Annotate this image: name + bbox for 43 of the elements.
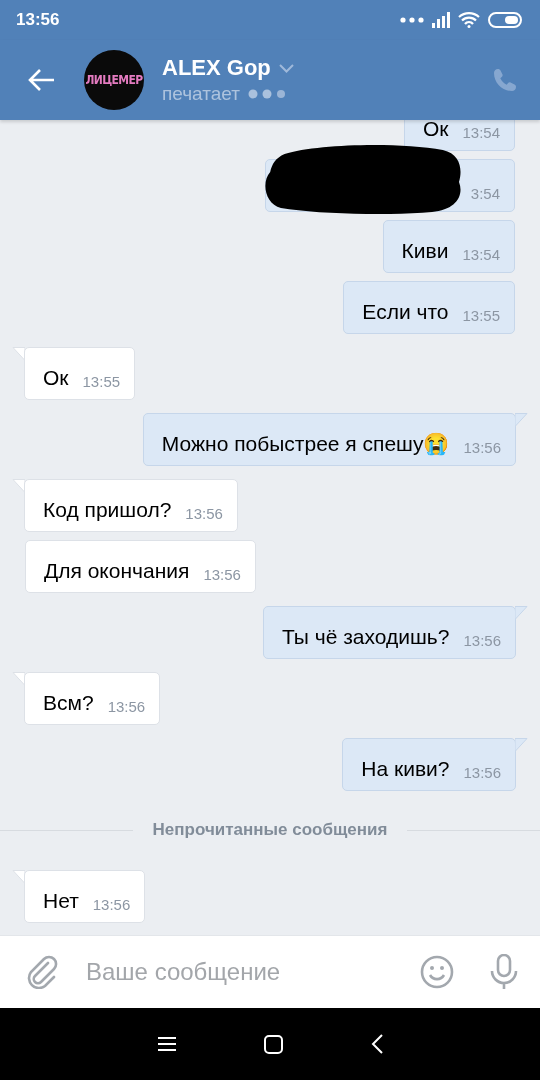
typing-status: печатает bbox=[162, 83, 240, 105]
smiley-icon[interactable] bbox=[420, 955, 454, 989]
message-time: 13:54 bbox=[461, 124, 500, 142]
message-time: 13:56 bbox=[202, 566, 241, 584]
typing-indicator-icon bbox=[247, 89, 288, 99]
back-arrow-icon[interactable] bbox=[28, 68, 56, 92]
message-text: На киви? bbox=[361, 756, 450, 782]
paperclip-icon[interactable] bbox=[26, 955, 58, 989]
chevron-down-icon[interactable] bbox=[278, 63, 294, 73]
message-time: 13:56 bbox=[462, 764, 501, 782]
message-time: 3:54 bbox=[469, 185, 500, 203]
phone-icon[interactable] bbox=[492, 67, 518, 93]
message-text: Всм? bbox=[43, 690, 94, 716]
wifi-icon bbox=[458, 12, 480, 28]
signal-icon bbox=[432, 12, 450, 28]
message-time: 13:54 bbox=[461, 246, 500, 264]
message-time: 13:56 bbox=[91, 896, 131, 914]
message-input[interactable]: Ваше сообщение bbox=[58, 936, 420, 1008]
message-text: Код пришол? bbox=[43, 497, 172, 523]
message-time: 13:56 bbox=[462, 439, 501, 457]
contact-name: ALEX Gop bbox=[162, 55, 271, 81]
unread-divider-label: Непрочитанные сообщения bbox=[152, 820, 388, 840]
message-time: 13:55 bbox=[461, 307, 500, 325]
message-text: Нет bbox=[43, 888, 79, 914]
home-square-icon[interactable] bbox=[263, 1034, 283, 1054]
menu-icon[interactable] bbox=[157, 1036, 176, 1052]
clock-time: 13:56 bbox=[16, 10, 60, 30]
message-text: Можно побыстрее я спешу😭 bbox=[161, 431, 450, 457]
message-time: 13:56 bbox=[184, 505, 223, 523]
message-time: 13:56 bbox=[462, 632, 501, 650]
microphone-icon[interactable] bbox=[490, 954, 518, 990]
message-text: Для окончания bbox=[44, 558, 190, 584]
contact-avatar[interactable]: ЛИЦЕМЕР bbox=[84, 50, 144, 110]
message-text: Ты чё заходишь? bbox=[281, 624, 450, 650]
message-text: Если что bbox=[362, 299, 449, 325]
message-text: Киви bbox=[401, 238, 449, 264]
battery-icon bbox=[488, 12, 522, 28]
message-time: 13:55 bbox=[81, 373, 121, 391]
message-time: 13:56 bbox=[106, 698, 146, 716]
back-chevron-icon[interactable] bbox=[370, 1034, 383, 1054]
more-dots-icon bbox=[400, 17, 424, 23]
message-text: Ок bbox=[422, 120, 449, 142]
message-text: Ок bbox=[43, 365, 69, 391]
